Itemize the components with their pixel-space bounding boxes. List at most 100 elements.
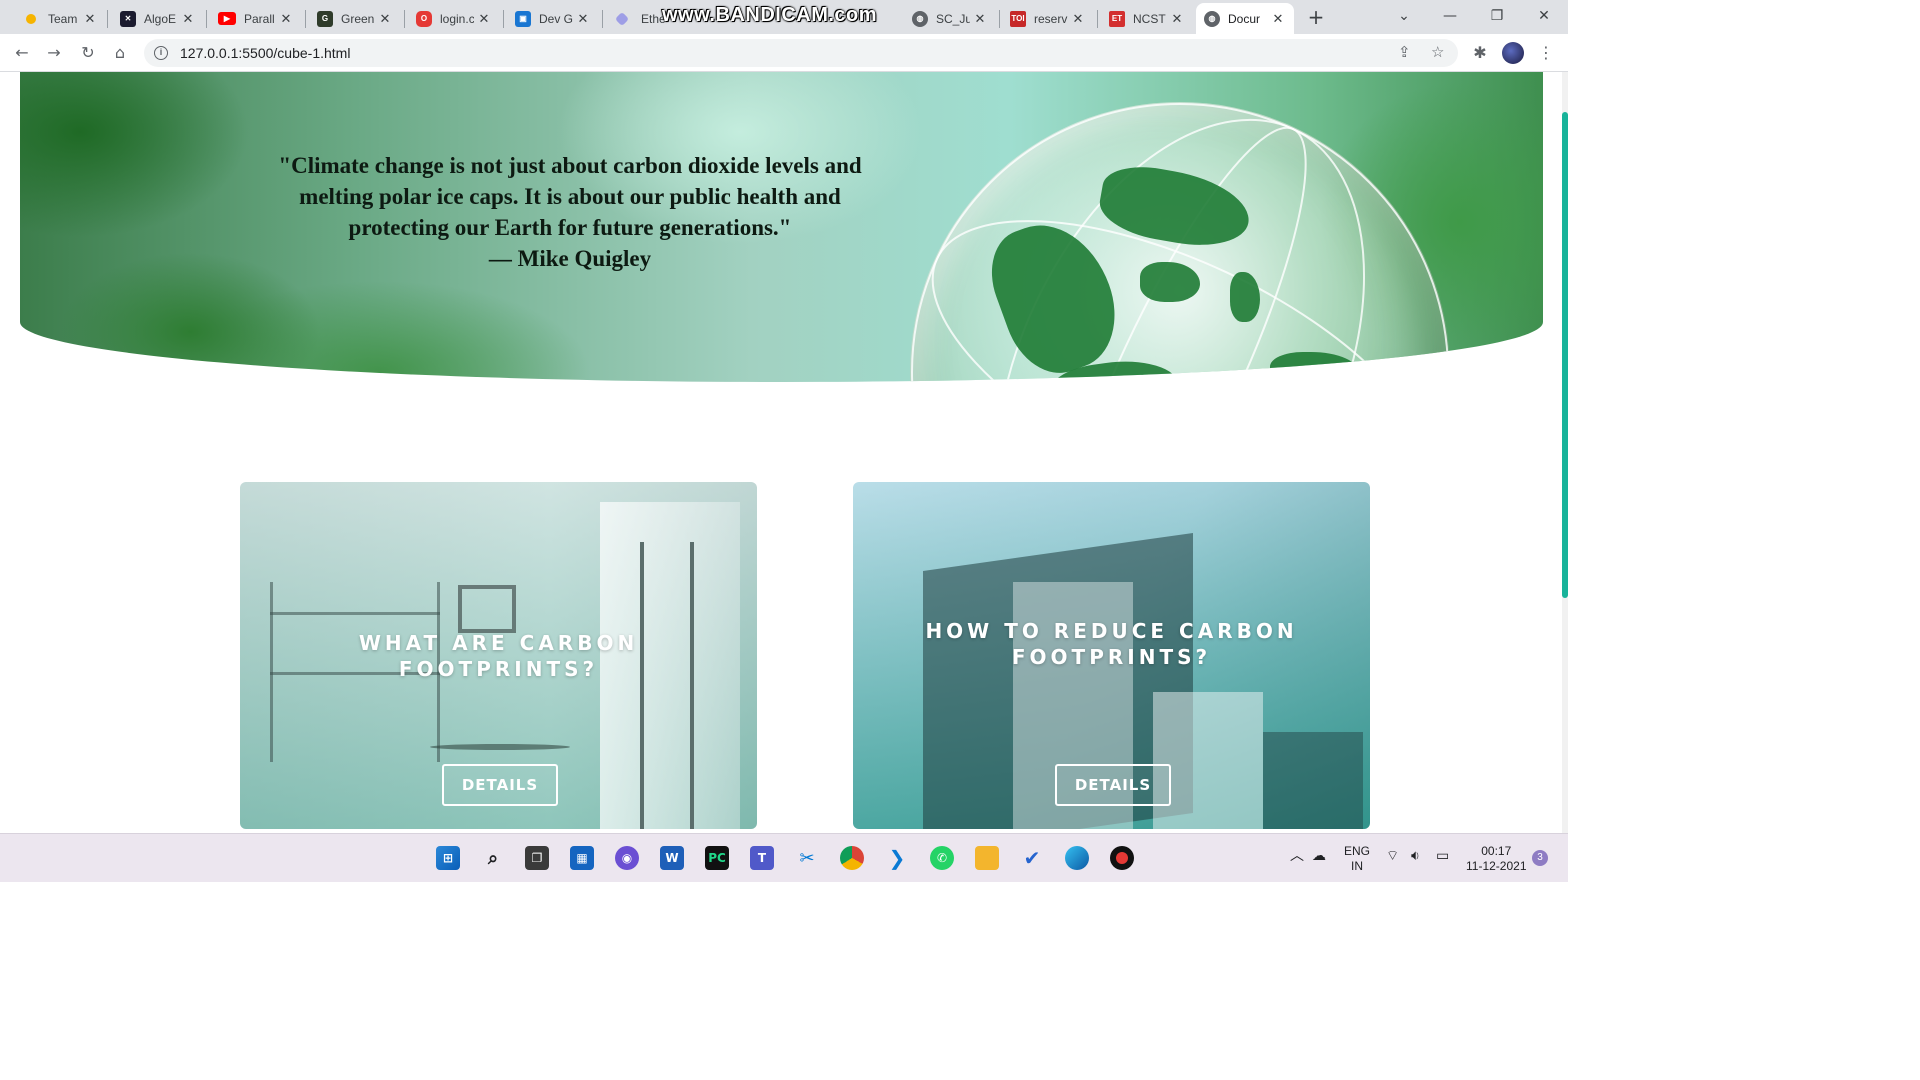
clock[interactable]: 00:17 11-12-2021 [1466, 844, 1527, 874]
close-icon[interactable]: ✕ [1270, 11, 1286, 27]
whatsapp-icon[interactable]: ✆ [930, 846, 954, 870]
widgets-icon[interactable]: ▦ [570, 846, 594, 870]
language-indicator[interactable]: ENG IN [1344, 844, 1370, 874]
tab-title: Parall [244, 11, 275, 26]
notification-badge[interactable]: 3 [1532, 850, 1548, 866]
pycharm-icon[interactable]: PC [705, 846, 729, 870]
browser-tab-strip: Team ✕ ✕ AlgoE ✕ ▶ Parall ✕ G Green ✕ O … [0, 0, 1568, 34]
teams-icon[interactable]: T [750, 846, 774, 870]
site-info-icon[interactable]: i [154, 46, 168, 60]
page-scrollbar[interactable] [1562, 72, 1568, 833]
search-icon[interactable]: ⌕ [481, 846, 505, 870]
reload-icon[interactable]: ↻ [76, 41, 100, 65]
close-icon[interactable]: ✕ [476, 11, 492, 27]
close-icon[interactable]: ✕ [1070, 11, 1086, 27]
close-window-button[interactable]: ✕ [1524, 4, 1564, 28]
chat-icon[interactable]: ◉ [615, 846, 639, 870]
close-icon[interactable]: ✕ [82, 11, 98, 27]
tab-separator [1097, 10, 1098, 28]
file-explorer-icon[interactable] [975, 846, 999, 870]
vscode-icon[interactable]: ❯ [885, 846, 909, 870]
restore-button[interactable]: ❐ [1477, 4, 1517, 28]
scrollbar-thumb[interactable] [1562, 112, 1568, 598]
new-tab-button[interactable]: + [1304, 6, 1328, 30]
menu-dots-icon[interactable]: ⋮ [1534, 41, 1558, 65]
tab-separator [107, 10, 108, 28]
youtube-icon: ▶ [218, 12, 236, 25]
opera-logo-icon: O [416, 10, 432, 27]
shelf-line [270, 612, 440, 615]
tab-title: Green [341, 11, 375, 26]
minimize-button[interactable]: — [1430, 4, 1470, 28]
back-arrow-icon[interactable]: ← [10, 41, 34, 65]
clock-date: 11-12-2021 [1466, 859, 1527, 873]
algo-logo-icon: ✕ [120, 10, 136, 27]
card-reduce-carbon-footprints[interactable]: HOW TO REDUCE CARBON FOOTPRINTS? DETAILS [853, 482, 1370, 829]
tab-title: SC_Ju [936, 11, 970, 26]
profile-avatar[interactable] [1502, 42, 1524, 64]
tab-title: Team [48, 11, 78, 26]
tab-title: login.c [440, 11, 474, 26]
tab-search-chevron-icon[interactable]: ⌄ [1384, 4, 1424, 28]
browser-tab-parall[interactable]: ▶ Parall ✕ [210, 3, 302, 34]
browser-tab-devg[interactable]: ▣ Dev G ✕ [507, 3, 599, 34]
tab-separator [602, 10, 603, 28]
close-icon[interactable]: ✕ [377, 11, 393, 27]
quote-author: — Mike Quigley [488, 246, 652, 271]
green-logo-icon: G [317, 10, 333, 27]
tab-title: NCST [1133, 11, 1166, 26]
card-carbon-footprints[interactable]: WHAT ARE CARBON FOOTPRINTS? DETAILS [240, 482, 757, 829]
home-icon[interactable]: ⌂ [108, 41, 132, 65]
close-icon[interactable]: ✕ [278, 11, 294, 27]
web-page-viewport: "Climate change is not just about carbon… [0, 72, 1568, 833]
browser-tab-algoe[interactable]: ✕ AlgoE ✕ [112, 3, 204, 34]
continent-shape [1230, 272, 1260, 322]
browser-toolbar: ← → ↻ ⌂ i 127.0.0.1:5500/cube-1.html ⇪ ☆… [0, 34, 1568, 72]
browser-tab-green[interactable]: G Green ✕ [309, 3, 401, 34]
et-logo-icon: ET [1109, 10, 1125, 27]
edge-icon[interactable] [1065, 846, 1089, 870]
browser-tab-ncst[interactable]: ET NCST ✕ [1101, 3, 1193, 34]
details-button[interactable]: DETAILS [1055, 764, 1171, 806]
glass-globe-image [910, 102, 1450, 382]
address-bar[interactable]: i 127.0.0.1:5500/cube-1.html ⇪ ☆ [144, 39, 1458, 67]
forward-arrow-icon[interactable]: → [42, 41, 66, 65]
browser-tab-scju[interactable]: ◍ SC_Ju ✕ [904, 3, 996, 34]
share-icon[interactable]: ⇪ [1398, 43, 1411, 61]
onedrive-cloud-icon[interactable]: ☁ [1312, 848, 1326, 863]
close-icon[interactable]: ✕ [575, 11, 591, 27]
close-icon[interactable]: ✕ [180, 11, 196, 27]
table-image [430, 744, 570, 750]
browser-tab-login[interactable]: O login.c ✕ [408, 3, 500, 34]
tray-chevron-up-icon[interactable]: ︿ [1290, 848, 1304, 863]
hero-banner: "Climate change is not just about carbon… [20, 72, 1543, 382]
window-frame [640, 542, 644, 829]
bookmark-star-icon[interactable]: ☆ [1431, 43, 1444, 61]
picture-frame-image [458, 585, 516, 633]
browser-tab-reserv[interactable]: TOI reserv ✕ [1002, 3, 1094, 34]
browser-tab-team[interactable]: Team ✕ [14, 3, 106, 34]
battery-icon[interactable]: ▭ [1436, 848, 1449, 863]
close-icon[interactable]: ✕ [1169, 11, 1185, 27]
volume-icon[interactable]: 🔉︎ [1411, 848, 1420, 863]
bandicam-record-icon[interactable] [1110, 846, 1134, 870]
toi-logo-icon: TOI [1010, 10, 1026, 27]
extensions-puzzle-icon[interactable]: ✱ [1468, 41, 1492, 65]
task-view-icon[interactable]: ❐ [525, 846, 549, 870]
language-region: IN [1351, 859, 1363, 873]
building-wing [1153, 692, 1263, 829]
browser-tab-document-active[interactable]: ◍ Docur ✕ [1196, 3, 1294, 34]
tab-title: Dev G [539, 11, 573, 26]
chrome-icon[interactable] [840, 846, 864, 870]
dev-guide-icon: ▣ [515, 10, 531, 27]
windows-start-icon[interactable]: ⊞ [436, 846, 460, 870]
snipping-tool-icon[interactable]: ✂ [795, 846, 819, 870]
word-icon[interactable]: W [660, 846, 684, 870]
tab-title: Docur [1228, 11, 1261, 26]
windows-taskbar: ⊞ ⌕ ❐ ▦ ◉ W PC T ✂ ❯ ✆ ✔ ︿ ☁ ENG IN ⌔ 🔉︎… [0, 833, 1568, 882]
close-icon[interactable]: ✕ [972, 11, 988, 27]
details-button[interactable]: DETAILS [442, 764, 558, 806]
todo-checkmark-icon[interactable]: ✔ [1020, 846, 1044, 870]
ethereum-icon [614, 11, 630, 26]
wifi-icon[interactable]: ⌔ [1386, 848, 1399, 863]
